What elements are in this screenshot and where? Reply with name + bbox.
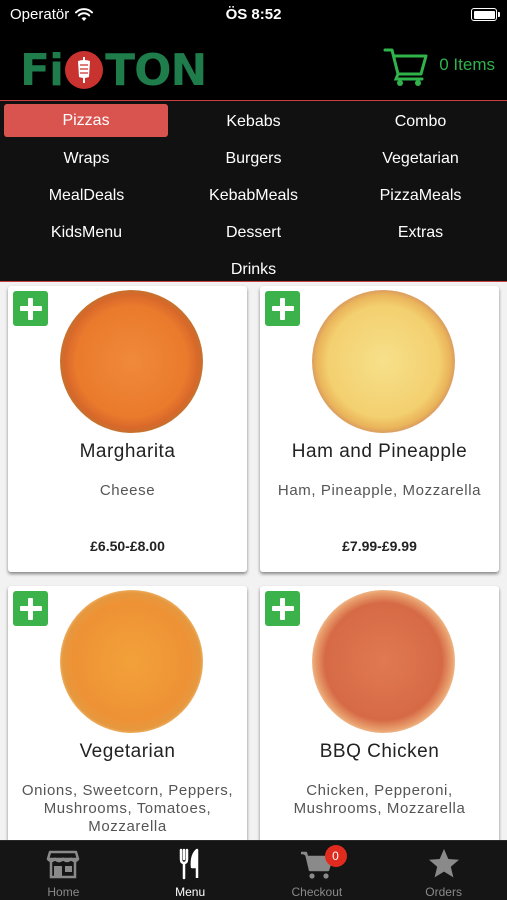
tab-label: Orders <box>425 885 462 899</box>
category-wraps[interactable]: Wraps <box>3 140 170 177</box>
checkout-badge: 0 <box>324 845 347 867</box>
tab-orders[interactable]: Orders <box>380 841 507 900</box>
add-to-cart-button[interactable] <box>265 591 300 626</box>
category-pizzameals[interactable]: PizzaMeals <box>337 177 504 214</box>
tab-checkout[interactable]: 0 Checkout <box>254 841 381 900</box>
status-bar: Operatör ÖS 8:52 <box>0 0 507 30</box>
bottom-tab-bar: Home Menu 0 Checkout Orders <box>0 840 507 900</box>
product-name: Vegetarian <box>79 741 176 762</box>
product-card[interactable]: BBQ Chicken Chicken, Pepperoni, Mushroom… <box>260 586 499 840</box>
tab-label: Menu <box>175 885 206 899</box>
fork-knife-icon <box>179 848 199 880</box>
add-to-cart-button[interactable] <box>13 291 48 326</box>
tab-label: Home <box>47 885 80 899</box>
category-menu: Pizzas Kebabs Combo Wraps Burgers Vegeta… <box>0 100 507 282</box>
product-card[interactable]: Margharita Cheese £6.50-£8.00 <box>8 286 247 572</box>
product-description: Chicken, Pepperoni, Mushrooms, Mozzarell… <box>293 782 466 817</box>
logo-text-right: TON <box>105 44 207 96</box>
kebab-icon <box>65 51 104 89</box>
category-vegetarian[interactable]: Vegetarian <box>337 140 504 177</box>
pizza-image <box>312 590 455 733</box>
product-name: Ham and Pineapple <box>291 441 468 462</box>
product-description: Cheese <box>99 482 156 499</box>
product-name: Margharita <box>79 441 176 462</box>
tab-menu[interactable]: Menu <box>127 841 254 900</box>
filton-logo[interactable]: Fi TON <box>20 42 207 98</box>
category-kebabmeals[interactable]: KebabMeals <box>170 177 337 214</box>
pizza-image <box>60 290 203 433</box>
tab-home[interactable]: Home <box>0 841 127 900</box>
add-to-cart-button[interactable] <box>13 591 48 626</box>
product-description: Onions, Sweetcorn, Peppers, Mushrooms, T… <box>21 782 234 835</box>
product-card[interactable]: Ham and Pineapple Ham, Pineapple, Mozzar… <box>260 286 499 572</box>
add-to-cart-button[interactable] <box>265 291 300 326</box>
header-cart-button[interactable]: 0 Items <box>383 42 495 88</box>
tab-label: Checkout <box>291 885 343 899</box>
category-extras[interactable]: Extras <box>337 214 504 251</box>
category-burgers[interactable]: Burgers <box>170 140 337 177</box>
pizza-image <box>60 590 203 733</box>
pizza-image <box>312 290 455 433</box>
category-combo[interactable]: Combo <box>337 103 504 140</box>
category-mealdeals[interactable]: MealDeals <box>3 177 170 214</box>
product-grid: Margharita Cheese £6.50-£8.00 Ham and Pi… <box>0 284 507 840</box>
product-price: £6.50-£8.00 <box>90 538 165 554</box>
battery-icon <box>471 8 500 21</box>
cart-icon <box>383 48 428 86</box>
category-kidsmenu[interactable]: KidsMenu <box>3 214 170 251</box>
app-header: Fi TON 0 Items <box>0 30 507 102</box>
product-price: £7.99-£9.99 <box>342 538 417 554</box>
star-icon <box>428 849 459 878</box>
category-kebabs[interactable]: Kebabs <box>170 103 337 140</box>
cart-item-count: 0 Items <box>439 55 495 74</box>
product-description: Ham, Pineapple, Mozzarella <box>277 482 482 499</box>
category-dessert[interactable]: Dessert <box>170 214 337 251</box>
product-name: BBQ Chicken <box>319 741 440 762</box>
clock: ÖS 8:52 <box>225 6 282 23</box>
product-card[interactable]: Vegetarian Onions, Sweetcorn, Peppers, M… <box>8 586 247 840</box>
store-icon <box>47 850 80 879</box>
category-pizzas[interactable]: Pizzas <box>4 104 168 137</box>
category-drinks[interactable]: Drinks <box>170 251 337 288</box>
logo-text-left: Fi <box>20 44 64 96</box>
